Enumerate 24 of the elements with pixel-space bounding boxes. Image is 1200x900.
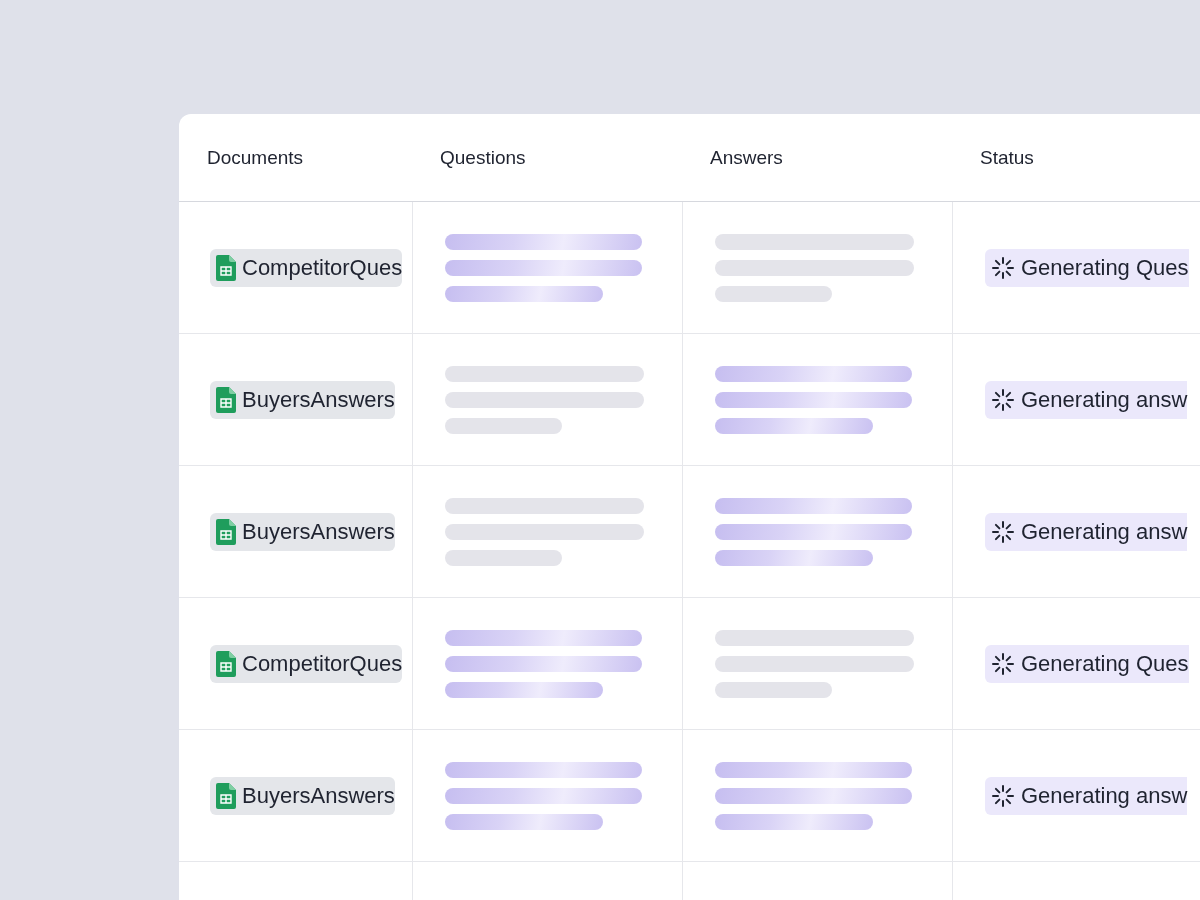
spreadsheet-icon bbox=[216, 782, 236, 809]
status-chip: Generating Ques bbox=[985, 248, 1189, 287]
status-chip: Generating answ bbox=[985, 776, 1188, 815]
document-chip[interactable]: CompetitorQues bbox=[210, 644, 403, 683]
column-header: Questions bbox=[439, 146, 527, 169]
status-chip: Generating answ bbox=[985, 512, 1188, 551]
status-chip: Generating answ bbox=[985, 380, 1188, 419]
spinner-icon bbox=[992, 784, 1014, 807]
column-header: Status bbox=[979, 146, 1035, 169]
spreadsheet-icon bbox=[216, 254, 236, 281]
spinner-icon bbox=[992, 652, 1014, 675]
document-chip[interactable]: BuyersAnswers bbox=[210, 380, 395, 419]
column-header: Documents bbox=[206, 146, 305, 169]
document-chip[interactable]: BuyersAnswers bbox=[210, 512, 395, 551]
spreadsheet-icon bbox=[216, 386, 236, 413]
spinner-icon bbox=[992, 256, 1014, 279]
spinner-icon bbox=[992, 388, 1014, 411]
spreadsheet-icon bbox=[216, 518, 236, 545]
document-chip[interactable]: BuyersAnswers bbox=[210, 776, 395, 815]
document-chip[interactable]: CompetitorQues bbox=[210, 248, 403, 287]
spreadsheet-icon bbox=[216, 650, 236, 677]
spinner-icon bbox=[992, 520, 1014, 543]
status-chip: Generating Ques bbox=[985, 644, 1189, 683]
column-header: Answers bbox=[709, 146, 784, 169]
